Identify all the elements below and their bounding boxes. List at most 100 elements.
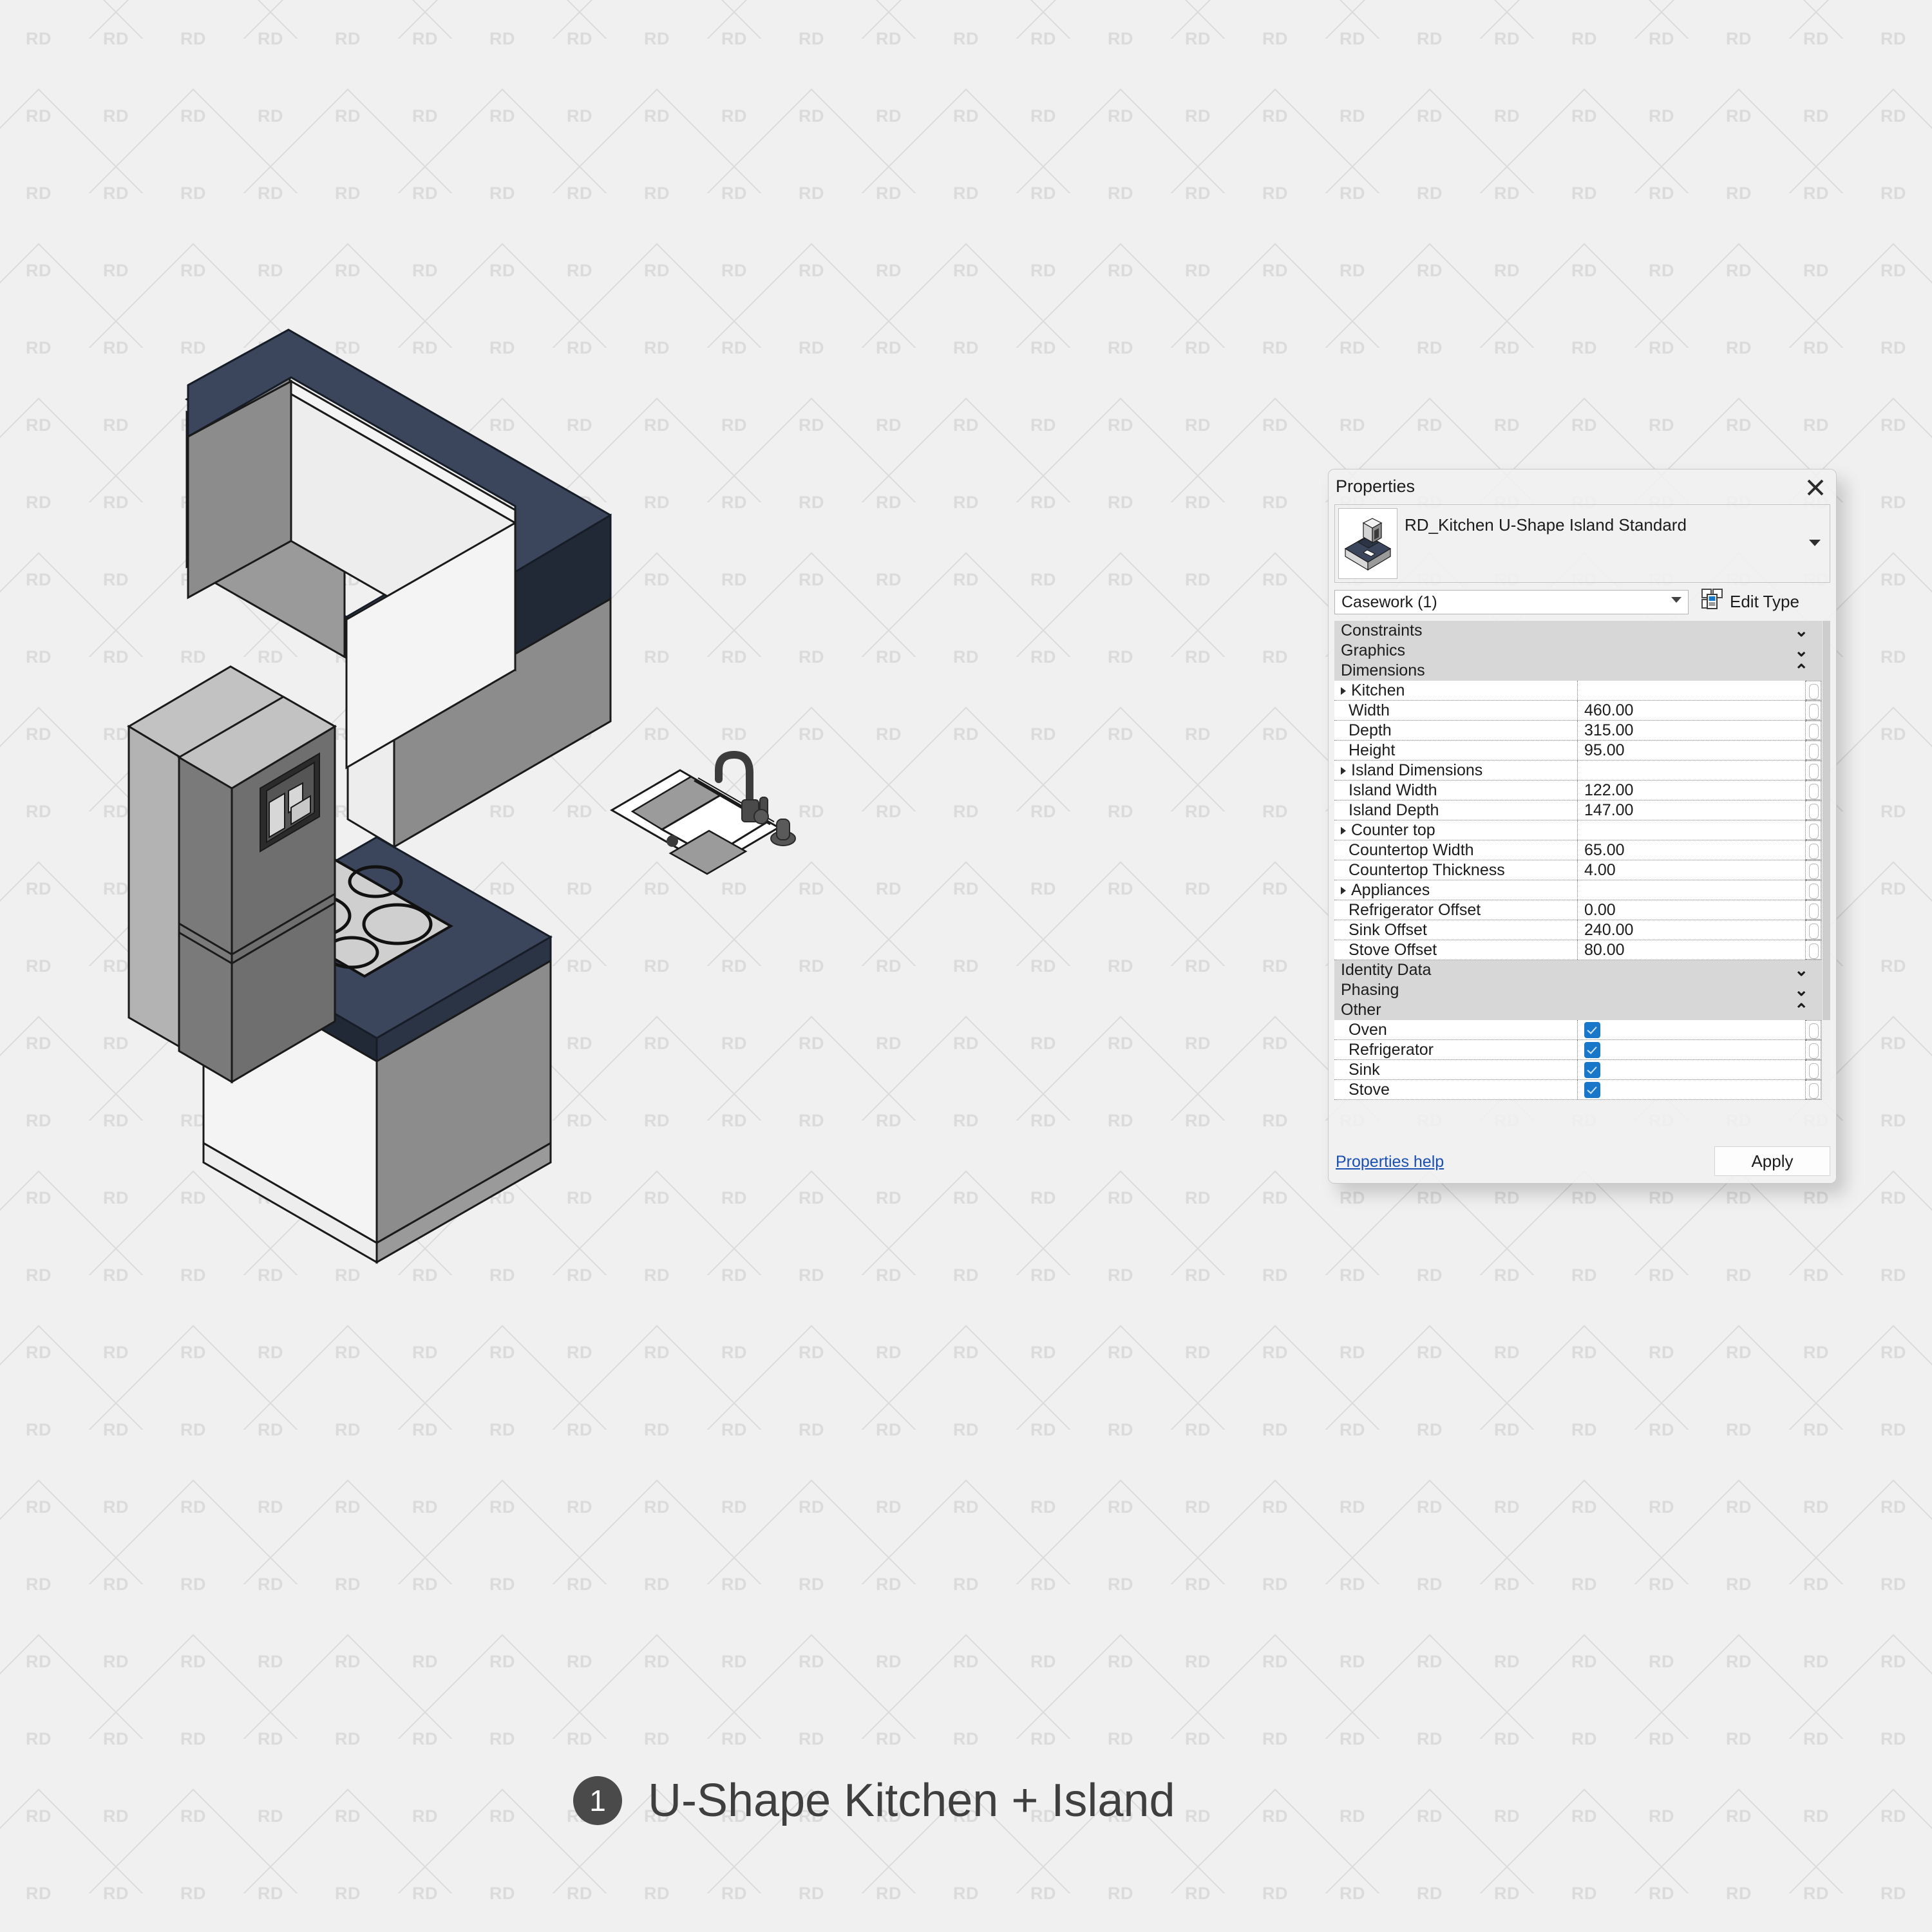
property-row[interactable]: Countertop Width 65.00 <box>1334 840 1821 860</box>
property-row[interactable]: Kitchen <box>1334 681 1821 701</box>
property-value[interactable] <box>1578 1020 1806 1039</box>
lock-icon[interactable] <box>1806 761 1821 780</box>
chevron-down-icon[interactable]: ⌄ <box>1794 960 1808 980</box>
lock-icon[interactable] <box>1806 940 1821 960</box>
type-selector[interactable]: RD_Kitchen U-Shape Island Standard <box>1334 504 1830 583</box>
properties-help-link[interactable]: Properties help <box>1336 1153 1444 1171</box>
property-key: Sink <box>1334 1060 1578 1079</box>
lock-icon[interactable] <box>1806 840 1821 860</box>
lock-icon[interactable] <box>1806 880 1821 900</box>
property-value[interactable] <box>1578 1040 1806 1059</box>
property-value[interactable] <box>1578 1080 1806 1099</box>
property-row[interactable]: Depth 315.00 <box>1334 721 1821 741</box>
property-value[interactable]: 240.00 <box>1578 920 1806 940</box>
property-group-constraints[interactable]: Constraints ⌄ <box>1334 621 1821 641</box>
property-row[interactable]: Sink <box>1334 1060 1821 1080</box>
lock-icon[interactable] <box>1806 1080 1821 1099</box>
property-group-other[interactable]: Other ⌃ <box>1334 1000 1821 1020</box>
checkbox-checked-icon[interactable] <box>1584 1022 1600 1038</box>
property-value[interactable] <box>1578 820 1806 840</box>
category-select[interactable]: Casework (1) <box>1334 590 1689 614</box>
property-value[interactable]: 460.00 <box>1578 701 1806 720</box>
property-row[interactable]: Refrigerator Offset 0.00 <box>1334 900 1821 920</box>
scrollbar-thumb[interactable] <box>1823 621 1830 1020</box>
property-group-identity-data[interactable]: Identity Data ⌄ <box>1334 960 1821 980</box>
property-key: Island Width <box>1334 781 1578 800</box>
chevron-up-icon[interactable]: ⌃ <box>1794 1000 1808 1020</box>
property-group-phasing[interactable]: Phasing ⌄ <box>1334 980 1821 1000</box>
lock-icon[interactable] <box>1806 681 1821 700</box>
property-row[interactable]: Island Width 122.00 <box>1334 781 1821 800</box>
property-key-label: Oven <box>1349 1021 1387 1039</box>
caption-title: U-Shape Kitchen + Island <box>648 1775 1175 1826</box>
property-row[interactable]: Refrigerator <box>1334 1040 1821 1060</box>
triangle-right-icon[interactable] <box>1341 687 1346 695</box>
chevron-down-icon[interactable] <box>1809 540 1821 546</box>
properties-footer: Properties help Apply <box>1328 1142 1837 1184</box>
property-key: Depth <box>1334 721 1578 740</box>
edit-type-icon <box>1701 588 1723 615</box>
property-group-label: Dimensions <box>1341 661 1425 679</box>
triangle-right-icon[interactable] <box>1341 887 1346 895</box>
property-row[interactable]: Appliances <box>1334 880 1821 900</box>
lock-icon[interactable] <box>1806 820 1821 840</box>
triangle-right-icon[interactable] <box>1341 827 1346 835</box>
property-value[interactable]: 0.00 <box>1578 900 1806 920</box>
property-value[interactable]: 95.00 <box>1578 741 1806 760</box>
property-value[interactable] <box>1578 681 1806 700</box>
lock-icon[interactable] <box>1806 800 1821 820</box>
apply-button[interactable]: Apply <box>1714 1146 1830 1176</box>
lock-icon[interactable] <box>1806 1020 1821 1039</box>
property-key: Island Depth <box>1334 800 1578 820</box>
edit-type-button[interactable]: Edit Type <box>1701 588 1799 615</box>
property-row[interactable]: Stove <box>1334 1080 1821 1100</box>
lock-icon[interactable] <box>1806 1040 1821 1059</box>
lock-icon[interactable] <box>1806 860 1821 880</box>
property-row[interactable]: Height 95.00 <box>1334 741 1821 761</box>
property-row[interactable]: Sink Offset 240.00 <box>1334 920 1821 940</box>
lock-icon[interactable] <box>1806 920 1821 940</box>
lock-icon[interactable] <box>1806 900 1821 920</box>
property-value[interactable]: 315.00 <box>1578 721 1806 740</box>
property-row[interactable]: Counter top <box>1334 820 1821 840</box>
triangle-right-icon[interactable] <box>1341 767 1346 775</box>
chevron-down-icon[interactable]: ⌄ <box>1794 621 1808 641</box>
property-value[interactable] <box>1578 880 1806 900</box>
properties-panel-title: Properties <box>1336 477 1416 496</box>
property-value[interactable]: 65.00 <box>1578 840 1806 860</box>
property-value[interactable]: 122.00 <box>1578 781 1806 800</box>
property-row[interactable]: Oven <box>1334 1020 1821 1040</box>
lock-icon[interactable] <box>1806 741 1821 760</box>
property-value[interactable]: 147.00 <box>1578 800 1806 820</box>
lock-icon[interactable] <box>1806 781 1821 800</box>
property-value[interactable] <box>1578 761 1806 780</box>
property-value[interactable]: 80.00 <box>1578 940 1806 960</box>
chevron-down-icon[interactable]: ⌄ <box>1794 980 1808 1000</box>
close-icon[interactable] <box>1804 477 1826 498</box>
chevron-down-icon[interactable]: ⌄ <box>1794 641 1808 661</box>
lock-icon[interactable] <box>1806 1060 1821 1079</box>
property-group-label: Identity Data <box>1341 961 1432 979</box>
property-key-label: Countertop Width <box>1349 841 1474 859</box>
property-row[interactable]: Stove Offset 80.00 <box>1334 940 1821 960</box>
properties-scrollbar[interactable] <box>1821 621 1830 1100</box>
property-row[interactable]: Island Depth 147.00 <box>1334 800 1821 820</box>
property-key: Countertop Thickness <box>1334 860 1578 880</box>
property-value[interactable]: 4.00 <box>1578 860 1806 880</box>
properties-scroll-area[interactable]: Constraints ⌄ Graphics ⌄ Dimensions ⌃ Kitchen W… <box>1334 621 1830 1100</box>
property-group-graphics[interactable]: Graphics ⌄ <box>1334 641 1821 661</box>
checkbox-checked-icon[interactable] <box>1584 1042 1600 1058</box>
property-row[interactable]: Countertop Thickness 4.00 <box>1334 860 1821 880</box>
property-group-dimensions[interactable]: Dimensions ⌃ <box>1334 661 1821 681</box>
property-row[interactable]: Island Dimensions <box>1334 761 1821 781</box>
property-key: Refrigerator <box>1334 1040 1578 1059</box>
property-key: Height <box>1334 741 1578 760</box>
lock-icon[interactable] <box>1806 701 1821 720</box>
property-key-label: Refrigerator <box>1349 1041 1434 1059</box>
chevron-up-icon[interactable]: ⌃ <box>1794 661 1808 681</box>
checkbox-checked-icon[interactable] <box>1584 1082 1600 1098</box>
checkbox-checked-icon[interactable] <box>1584 1062 1600 1078</box>
property-value[interactable] <box>1578 1060 1806 1079</box>
property-row[interactable]: Width 460.00 <box>1334 701 1821 721</box>
lock-icon[interactable] <box>1806 721 1821 740</box>
